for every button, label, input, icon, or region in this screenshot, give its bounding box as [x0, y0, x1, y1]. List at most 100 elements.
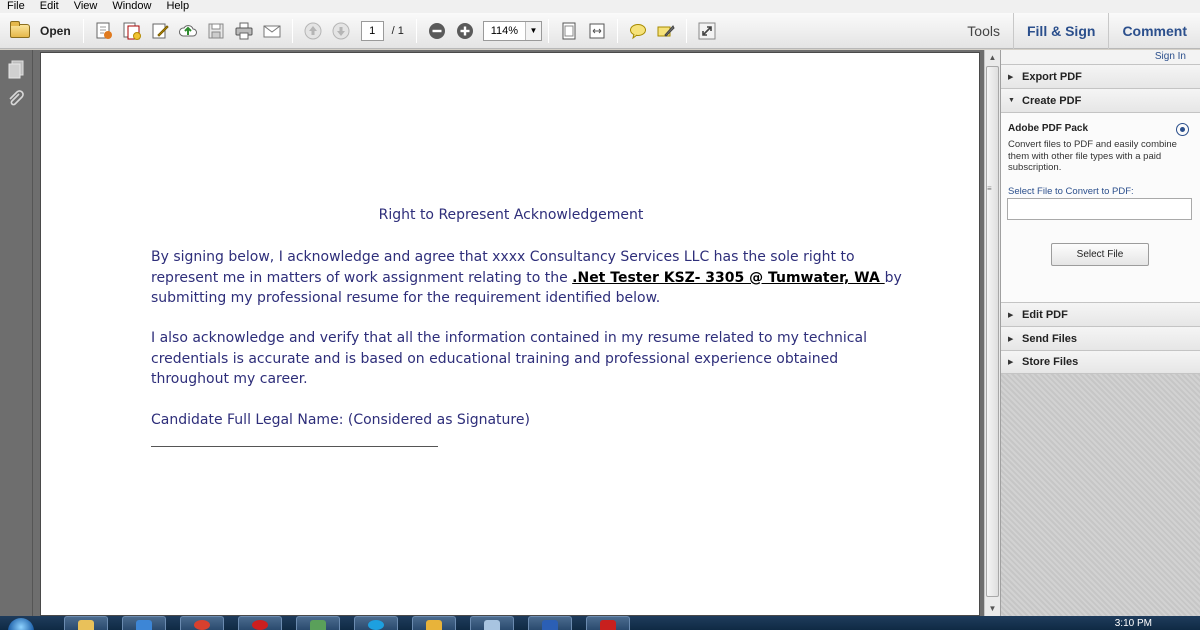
store-files-section[interactable]: ▶ Store Files — [1001, 350, 1200, 374]
taskbar-word[interactable] — [528, 616, 572, 630]
scroll-down-icon[interactable]: ▼ — [985, 601, 1000, 616]
next-page-button[interactable] — [328, 18, 354, 44]
toolbar-separator — [415, 18, 417, 43]
expand-icon — [698, 22, 716, 39]
zoom-value: 114% — [490, 24, 519, 37]
taskbar-opera[interactable] — [238, 616, 282, 630]
page-thumbnails-button[interactable] — [5, 58, 27, 80]
edit-pdf-section[interactable]: ▶ Edit PDF — [1001, 302, 1200, 326]
triangle-right-icon: ▶ — [1008, 359, 1014, 366]
taskbar-acrobat[interactable] — [586, 616, 630, 630]
tools-panel: Sign In ▶ Export PDF ▼ Create PDF Adobe … — [1000, 50, 1200, 616]
triangle-right-icon: ▶ — [1008, 311, 1014, 319]
task-pane-tabs: Tools Fill & Sign Comment — [954, 13, 1200, 49]
toolbar-separator — [685, 18, 687, 43]
signature-line — [151, 446, 438, 447]
menu-edit[interactable]: Edit — [33, 0, 67, 13]
full-screen-button[interactable] — [694, 18, 720, 44]
document-title: Right to Represent Acknowledgement — [378, 207, 644, 223]
browser-icon — [194, 620, 210, 630]
email-button[interactable] — [259, 18, 285, 44]
print-button[interactable] — [231, 18, 257, 44]
pages-icon — [8, 60, 24, 79]
speech-bubble-icon — [629, 23, 646, 39]
windows-taskbar: 3:10 PM — [0, 616, 1200, 630]
menu-help[interactable]: Help — [159, 0, 197, 13]
skype-icon — [368, 620, 384, 630]
export-pdf-section[interactable]: ▶ Export PDF — [1001, 64, 1200, 88]
taskbar-app[interactable] — [296, 616, 340, 630]
save-icon — [208, 23, 224, 38]
pdf-pack-title: Adobe PDF Pack — [1008, 123, 1089, 134]
combine-files-icon — [123, 22, 141, 40]
job-reference: .Net Tester KSZ- 3305 @ Tumwater, WA — [572, 269, 885, 286]
edit-document-button[interactable] — [147, 18, 173, 44]
sticky-note-button[interactable] — [625, 18, 651, 44]
save-button[interactable] — [203, 18, 229, 44]
taskbar-outlook[interactable] — [412, 616, 456, 630]
highlighter-icon — [657, 24, 675, 37]
notes-icon — [484, 620, 500, 630]
send-files-label: Send Files — [1022, 332, 1078, 345]
create-pdf-icon — [96, 22, 112, 39]
open-button[interactable]: Open — [8, 17, 77, 45]
menu-window[interactable]: Window — [105, 0, 159, 13]
attachments-button[interactable] — [5, 88, 27, 110]
paragraph-2: I also acknowledge and verify that all t… — [151, 330, 867, 387]
taskbar-notes[interactable] — [470, 616, 514, 630]
taskbar-skype[interactable] — [354, 616, 398, 630]
edit-document-icon — [152, 23, 169, 38]
word-icon — [542, 620, 558, 630]
menu-view[interactable]: View — [67, 0, 106, 13]
fit-page-button[interactable] — [556, 18, 582, 44]
create-pdf-label: Create PDF — [1022, 94, 1082, 107]
send-files-section[interactable]: ▶ Send Files — [1001, 326, 1200, 350]
triangle-right-icon: ▶ — [1008, 73, 1014, 81]
export-pdf-label: Export PDF — [1022, 70, 1082, 83]
previous-page-button[interactable] — [300, 18, 326, 44]
triangle-down-icon: ▼ — [1008, 97, 1015, 104]
plus-circle-icon — [456, 22, 473, 39]
taskbar-media[interactable] — [122, 616, 166, 630]
paragraph-1: By signing below, I acknowledge and agre… — [151, 247, 911, 309]
envelope-icon — [263, 25, 281, 37]
document-page: Right to Represent Acknowledgement By si… — [40, 52, 980, 616]
paperclip-icon — [9, 90, 24, 106]
create-pdf-body: Adobe PDF Pack Convert files to PDF and … — [1001, 112, 1200, 302]
selected-file-field[interactable] — [1007, 198, 1192, 220]
highlight-button[interactable] — [653, 18, 679, 44]
zoom-select[interactable]: 114% ▼ — [482, 20, 542, 41]
zoom-out-button[interactable] — [424, 18, 450, 44]
taskbar-chrome[interactable] — [180, 616, 224, 630]
tab-comment[interactable]: Comment — [1108, 13, 1200, 49]
panel-resize-grip[interactable]: ≡ — [987, 184, 992, 193]
minus-circle-icon — [428, 22, 445, 39]
scroll-up-icon[interactable]: ▲ — [985, 50, 1000, 65]
fit-width-icon — [589, 23, 605, 38]
acrobat-icon — [600, 620, 616, 630]
tab-fill-sign[interactable]: Fill & Sign — [1012, 13, 1108, 49]
folder-icon — [78, 620, 94, 630]
fit-page-icon — [562, 22, 576, 39]
upload-cloud-button[interactable] — [175, 18, 201, 44]
menu-file[interactable]: File — [0, 0, 33, 13]
fit-width-button[interactable] — [584, 18, 610, 44]
zoom-in-button[interactable] — [452, 18, 478, 44]
create-pdf-button[interactable] — [91, 18, 117, 44]
mail-icon — [426, 620, 442, 630]
page-number-input[interactable]: 1 — [360, 20, 384, 41]
toolbar-separator — [547, 18, 549, 43]
sign-in-link[interactable]: Sign In — [1001, 50, 1200, 64]
combine-files-button[interactable] — [119, 18, 145, 44]
create-pdf-section[interactable]: ▼ Create PDF — [1001, 88, 1200, 112]
select-file-button[interactable]: Select File — [1051, 243, 1149, 266]
pdf-pack-description: Convert files to PDF and easily combine … — [1008, 139, 1177, 174]
arrow-down-icon — [332, 22, 350, 39]
tab-tools[interactable]: Tools — [954, 13, 1013, 49]
pdf-pack-icon[interactable] — [1176, 123, 1189, 136]
taskbar-explorer[interactable] — [64, 616, 108, 630]
start-button[interactable] — [8, 618, 34, 630]
vertical-scrollbar[interactable]: ▲ ▼ — [984, 50, 1000, 616]
page-total: / 1 — [391, 24, 404, 37]
scrollbar-thumb[interactable] — [986, 66, 999, 597]
